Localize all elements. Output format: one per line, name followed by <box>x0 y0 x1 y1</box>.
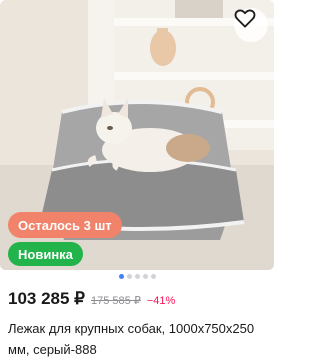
heart-outline-icon <box>234 9 256 28</box>
product-title[interactable]: Лежак для крупных собак, 1000х750х250 мм… <box>8 318 270 360</box>
current-price: 103 285 ₽ <box>8 289 85 308</box>
price-row: 103 285 ₽ 175 585 ₽ −41% <box>8 289 175 309</box>
old-price: 175 585 ₽ <box>91 295 141 307</box>
gallery-dot[interactable] <box>150 274 156 279</box>
gallery-dot[interactable] <box>142 274 148 279</box>
product-card[interactable]: Осталось 3 шт Новинка 103 285 ₽ 175 585 … <box>0 0 274 362</box>
gallery-dot[interactable] <box>118 274 124 279</box>
product-photo[interactable]: Осталось 3 шт Новинка <box>0 0 274 270</box>
stock-left-badge: Осталось 3 шт <box>8 212 122 238</box>
favorite-button[interactable] <box>234 8 268 42</box>
gallery-dot[interactable] <box>134 274 140 279</box>
gallery-dot[interactable] <box>126 274 132 279</box>
gallery-pagination[interactable] <box>0 274 274 279</box>
new-badge: Новинка <box>8 242 83 266</box>
discount-percent: −41% <box>146 295 176 307</box>
